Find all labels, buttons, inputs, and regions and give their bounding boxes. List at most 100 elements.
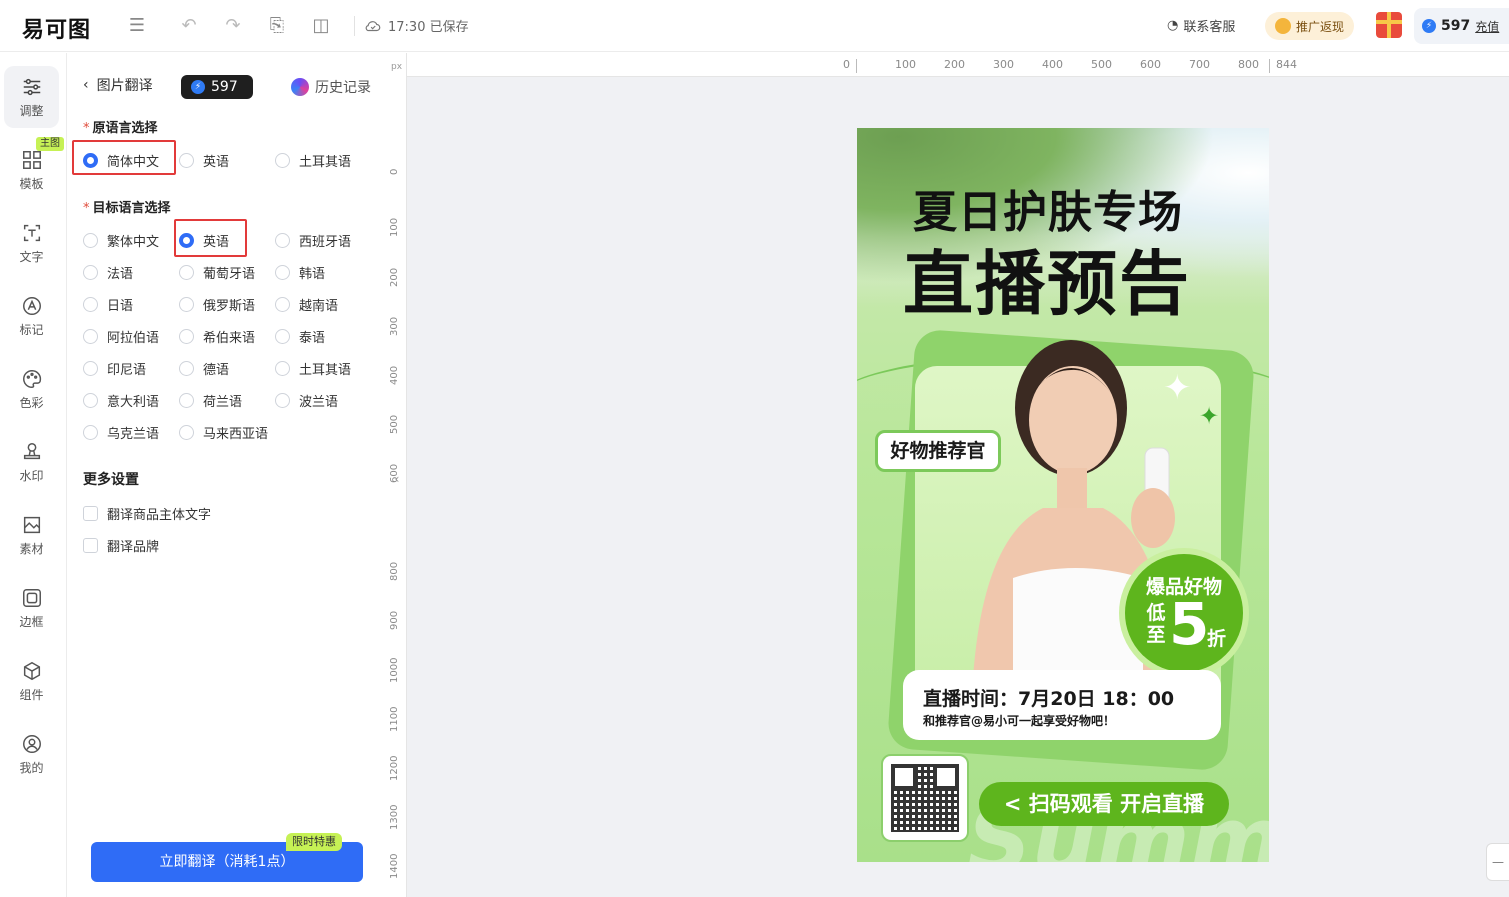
top-bar: 易可图 ☰ ↶ ↷ ⎘ ◫ 17:30 已保存 ◔ 联系客服 推广返现 ⚡ 59… bbox=[0, 0, 1509, 52]
ruler-tick: 1400 bbox=[389, 853, 400, 879]
ruler-tick: 1300 bbox=[389, 804, 400, 830]
ruler-tick: 200 bbox=[389, 267, 400, 287]
ruler-tick: 1200 bbox=[389, 755, 400, 781]
target-radio[interactable]: 德语 bbox=[179, 358, 229, 378]
horizontal-ruler: 0 100 200 300 400 500 600 700 800 844 bbox=[407, 53, 1509, 77]
template-grid-icon bbox=[22, 151, 41, 169]
target-radio[interactable]: 荷兰语 bbox=[179, 390, 242, 410]
ruler-tick: 800 bbox=[1238, 58, 1259, 71]
coin-icon bbox=[1275, 18, 1291, 34]
target-radio[interactable]: 泰语 bbox=[275, 326, 325, 346]
live-subtitle-text[interactable]: 和推荐官@易小可一起享受好物吧！ bbox=[923, 712, 1115, 729]
target-radio[interactable]: 马来西亚语 bbox=[179, 422, 268, 442]
target-radio[interactable]: 印尼语 bbox=[83, 358, 146, 378]
target-radio[interactable]: 波兰语 bbox=[275, 390, 338, 410]
ruler-mark bbox=[856, 59, 857, 73]
ruler-tick: 700 bbox=[1189, 58, 1210, 71]
menu-icon[interactable]: ☰ bbox=[126, 15, 148, 37]
lightning-icon: ⚡ bbox=[191, 80, 205, 94]
target-radio[interactable]: 越南语 bbox=[275, 294, 338, 314]
watermark-stamp-icon bbox=[23, 443, 40, 460]
panel-back[interactable]: ‹ 图片翻译 bbox=[83, 75, 153, 95]
target-radio[interactable]: 希伯来语 bbox=[179, 326, 255, 346]
nav-item-adjust[interactable]: 调整 bbox=[4, 66, 59, 128]
target-radio[interactable]: 英语 bbox=[179, 230, 229, 250]
translate-product-text-checkbox[interactable]: 翻译商品主体文字 bbox=[83, 503, 211, 523]
ruler-tick: 0 bbox=[843, 58, 850, 71]
source-radio-en[interactable]: 英语 bbox=[179, 150, 229, 170]
qr-code[interactable] bbox=[881, 754, 969, 842]
gift-icon[interactable] bbox=[1376, 12, 1402, 38]
limited-offer-badge: 限时特惠 bbox=[286, 833, 342, 851]
target-radio[interactable]: 土耳其语 bbox=[275, 358, 351, 378]
nav-item-text[interactable]: 文字 bbox=[4, 212, 59, 274]
save-status-text: 17:30 已保存 bbox=[388, 20, 469, 35]
ruler-mark bbox=[1269, 59, 1270, 73]
target-radio[interactable]: 阿拉伯语 bbox=[83, 326, 159, 346]
nav-item-mine[interactable]: 我的 bbox=[4, 723, 59, 785]
poster-title-line2[interactable]: 直播预告 bbox=[903, 228, 1191, 329]
discount-unit: 折 bbox=[1207, 628, 1227, 650]
left-nav: 调整 模板 主图 文字 标记 色彩 水印 素材 边框 组件 我的 bbox=[0, 53, 67, 897]
support-link[interactable]: ◔ 联系客服 bbox=[1167, 16, 1235, 35]
target-radio[interactable]: 韩语 bbox=[275, 262, 325, 282]
nav-item-watermark[interactable]: 水印 bbox=[4, 431, 59, 493]
history-button[interactable]: 历史记录 bbox=[291, 77, 371, 97]
discount-badge[interactable]: 爆品好物 低至 5 折 bbox=[1119, 548, 1249, 678]
target-language-title: * 目标语言选择 bbox=[83, 201, 171, 216]
target-radio[interactable]: 意大利语 bbox=[83, 390, 159, 410]
recharge-link[interactable]: 充值 bbox=[1475, 18, 1499, 35]
zoom-out-icon[interactable]: — bbox=[1486, 843, 1509, 881]
translate-panel: ‹ 图片翻译 ⚡ 597 历史记录 * 原语言选择 简体中文 英语 土耳其语 * 目… bbox=[67, 53, 387, 897]
points-count: 597 bbox=[211, 79, 238, 95]
undo-icon[interactable]: ↶ bbox=[178, 15, 200, 37]
target-radio[interactable]: 繁体中文 bbox=[83, 230, 159, 250]
ruler-tick: 800 bbox=[389, 561, 400, 581]
nav-item-mark[interactable]: 标记 bbox=[4, 285, 59, 347]
target-radio[interactable]: 俄罗斯语 bbox=[179, 294, 255, 314]
sparkle-icon: ✦ bbox=[1163, 368, 1192, 408]
collapse-panel-icon[interactable]: ‹ bbox=[389, 466, 405, 492]
nav-label: 调整 bbox=[19, 104, 44, 118]
ruler-tick: 100 bbox=[895, 58, 916, 71]
palette-icon bbox=[22, 370, 41, 388]
recommender-tag[interactable]: 好物推荐官 bbox=[875, 430, 1001, 472]
history-clock-icon bbox=[291, 78, 309, 96]
translate-brand-checkbox[interactable]: 翻译品牌 bbox=[83, 535, 159, 555]
nav-item-component[interactable]: 组件 bbox=[4, 650, 59, 712]
discount-number: 5 bbox=[1169, 590, 1210, 658]
scan-watch-button[interactable]: < 扫码观看 开启直播 bbox=[979, 782, 1229, 826]
lightning-icon: ⚡ bbox=[1422, 19, 1436, 33]
source-language-title: * 原语言选择 bbox=[83, 121, 158, 136]
points-badge: ⚡ 597 bbox=[181, 75, 253, 99]
redo-icon[interactable]: ↷ bbox=[222, 15, 244, 37]
nav-label: 模板 bbox=[19, 177, 44, 191]
nav-item-material[interactable]: 素材 bbox=[4, 504, 59, 566]
ruler-tick: 1000 bbox=[389, 657, 400, 683]
promo-button[interactable]: 推广返现 bbox=[1265, 12, 1355, 40]
source-radio-tr[interactable]: 土耳其语 bbox=[275, 150, 351, 170]
nav-item-border[interactable]: 边框 bbox=[4, 577, 59, 639]
poster-canvas[interactable]: 夏日护肤专场 直播预告 ✦ ✦ 好物推荐官 爆品好物 低至 5 折 直播时间：7… bbox=[857, 128, 1269, 862]
ruler-tick: 900 bbox=[389, 610, 400, 630]
ruler-tick: 500 bbox=[389, 414, 400, 434]
live-time-text[interactable]: 直播时间：7月20日 18：00 bbox=[923, 684, 1174, 711]
more-settings-title: 更多设置 bbox=[83, 472, 139, 488]
target-radio[interactable]: 日语 bbox=[83, 294, 133, 314]
nav-label: 边框 bbox=[19, 615, 44, 629]
nav-item-color[interactable]: 色彩 bbox=[4, 358, 59, 420]
app-logo[interactable]: 易可图 bbox=[22, 12, 91, 44]
promo-label: 推广返现 bbox=[1296, 19, 1345, 34]
compare-icon[interactable]: ◫ bbox=[310, 15, 332, 37]
source-radio-zh-hans[interactable]: 简体中文 bbox=[83, 150, 159, 170]
target-radio[interactable]: 乌克兰语 bbox=[83, 422, 159, 442]
ruler-tick: 300 bbox=[389, 316, 400, 336]
nav-label: 组件 bbox=[19, 688, 44, 702]
save-status: 17:30 已保存 bbox=[364, 16, 469, 35]
chevron-left-icon: ‹ bbox=[83, 77, 89, 93]
target-radio[interactable]: 法语 bbox=[83, 262, 133, 282]
target-radio[interactable]: 葡萄牙语 bbox=[179, 262, 255, 282]
discount-low-label: 低至 bbox=[1146, 602, 1166, 646]
target-radio[interactable]: 西班牙语 bbox=[275, 230, 351, 250]
replace-image-icon[interactable]: ⎘ bbox=[266, 15, 288, 37]
